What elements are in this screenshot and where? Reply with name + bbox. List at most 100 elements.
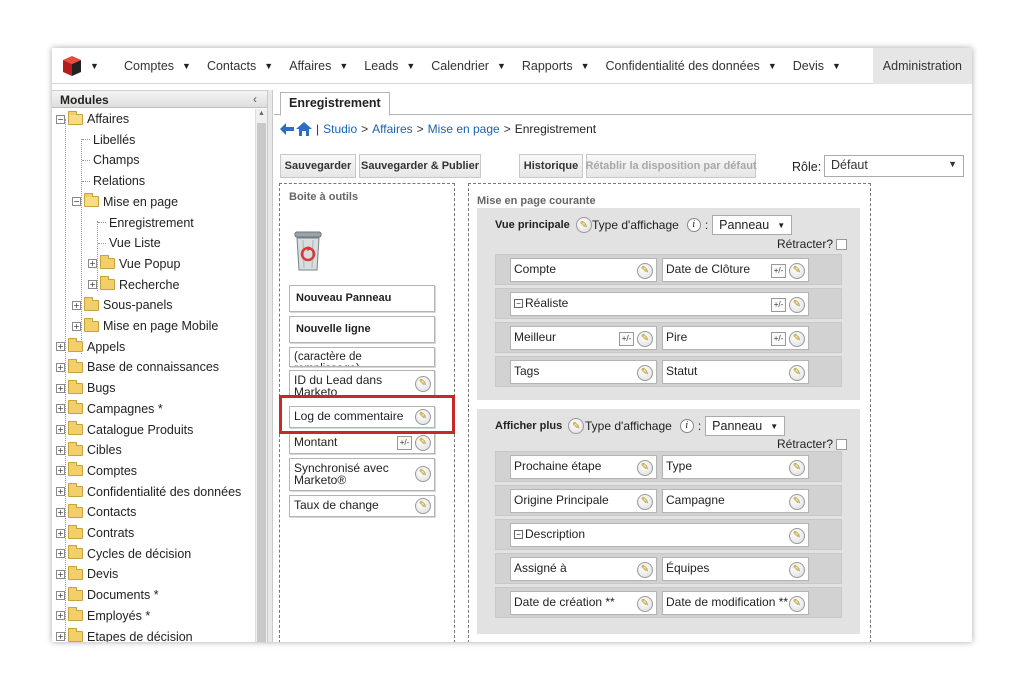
tree-item[interactable]: Champs: [82, 150, 140, 170]
panel-splitter[interactable]: [268, 90, 273, 642]
edit-pencil-icon[interactable]: ✎: [789, 365, 805, 381]
tree-item[interactable]: + Sous-panels: [72, 295, 173, 315]
edit-pencil-icon[interactable]: ✎: [789, 528, 805, 544]
expand-toggle-icon[interactable]: +: [56, 507, 65, 517]
expand-toggle-icon[interactable]: +: [56, 528, 65, 538]
tree-item[interactable]: + Appels: [56, 337, 125, 357]
collapse-toggle-icon[interactable]: −: [72, 197, 81, 207]
edit-pencil-icon[interactable]: ✎: [415, 435, 431, 451]
layout-field[interactable]: Statut ✎: [662, 360, 809, 384]
layout-field[interactable]: Meilleur +/- ✎: [510, 326, 657, 350]
toolbox-field[interactable]: Synchronisé avec Marketo® ✎: [289, 458, 435, 491]
edit-pencil-icon[interactable]: ✎: [415, 376, 431, 392]
layout-field[interactable]: Date de création ** ✎: [510, 591, 657, 615]
expand-toggle-icon[interactable]: +: [56, 569, 65, 579]
toolbox-field[interactable]: Taux de change ✎: [289, 495, 435, 517]
tree-item[interactable]: − Affaires: [56, 109, 129, 129]
tab-enregistrement[interactable]: Enregistrement: [280, 92, 390, 116]
tree-item[interactable]: + Vue Popup: [88, 254, 180, 274]
expand-toggle-icon[interactable]: +: [56, 590, 65, 600]
edit-pencil-icon[interactable]: ✎: [637, 562, 653, 578]
display-type-select[interactable]: Panneau ▼: [712, 215, 793, 235]
edit-pencil-icon[interactable]: ✎: [789, 460, 805, 476]
plus-minus-icon[interactable]: +/-: [619, 332, 634, 346]
expand-toggle-icon[interactable]: +: [72, 321, 81, 331]
plus-minus-icon[interactable]: +/-: [771, 264, 786, 278]
tree-item[interactable]: + Documents *: [56, 585, 159, 605]
tree-item[interactable]: + Cycles de décision: [56, 544, 191, 564]
layout-field[interactable]: Campagne ✎: [662, 489, 809, 513]
history-button[interactable]: Historique: [519, 154, 583, 178]
nav-devis[interactable]: Devis ▼: [785, 48, 849, 84]
scroll-up-icon[interactable]: ▲: [258, 110, 265, 117]
edit-pencil-icon[interactable]: ✎: [637, 460, 653, 476]
edit-pencil-icon[interactable]: ✎: [415, 466, 431, 482]
tree-item[interactable]: + Recherche: [88, 275, 179, 295]
breadcrumb-affaires[interactable]: Affaires: [372, 122, 412, 136]
edit-pencil-icon[interactable]: ✎: [575, 217, 592, 233]
retract-checkbox[interactable]: [836, 438, 848, 450]
layout-row[interactable]: − Réaliste +/- ✎: [495, 288, 842, 319]
layout-row[interactable]: Prochaine étape ✎ Type ✎: [495, 451, 842, 482]
nav-administration[interactable]: Administration: [872, 48, 972, 84]
nav-affaires[interactable]: Affaires ▼: [281, 48, 356, 84]
tree-item[interactable]: + Devis: [56, 564, 118, 584]
info-icon[interactable]: i: [679, 419, 694, 433]
display-type-select[interactable]: Panneau ▼: [705, 416, 786, 436]
tree-item[interactable]: Enregistrement: [98, 213, 194, 233]
layout-field[interactable]: Origine Principale ✎: [510, 489, 657, 513]
layout-field[interactable]: Type ✎: [662, 455, 809, 479]
nav-calendrier[interactable]: Calendrier ▼: [423, 48, 514, 84]
nav-comptes[interactable]: Comptes ▼: [116, 48, 199, 84]
layout-field[interactable]: − Description ✎: [510, 523, 809, 547]
expand-toggle-icon[interactable]: +: [56, 404, 65, 414]
retract-checkbox[interactable]: [836, 238, 848, 250]
filler-item[interactable]: (caractère de remplissage): [289, 347, 435, 367]
tree-item[interactable]: Vue Liste: [98, 233, 161, 253]
layout-field[interactable]: Prochaine étape ✎: [510, 455, 657, 479]
expand-toggle-icon[interactable]: +: [56, 466, 65, 476]
tree-item[interactable]: − Mise en page: [72, 192, 178, 212]
edit-pencil-icon[interactable]: ✎: [637, 331, 653, 347]
tree-item[interactable]: + Employés *: [56, 606, 150, 626]
expand-toggle-icon[interactable]: +: [56, 383, 65, 393]
edit-pencil-icon[interactable]: ✎: [789, 263, 805, 279]
nav-contacts[interactable]: Contacts ▼: [199, 48, 281, 84]
tree-item[interactable]: + Base de connaissances: [56, 357, 219, 377]
plus-minus-icon[interactable]: +/-: [771, 332, 786, 346]
tree-item[interactable]: + Catalogue Produits: [56, 420, 193, 440]
layout-field[interactable]: Date de Clôture +/- ✎: [662, 258, 809, 282]
layout-field[interactable]: Compte ✎: [510, 258, 657, 282]
tree-item[interactable]: Relations: [82, 171, 145, 191]
edit-pencil-icon[interactable]: ✎: [789, 494, 805, 510]
save-publish-button[interactable]: Sauvegarder & Publier: [359, 154, 481, 178]
expand-toggle-icon[interactable]: +: [56, 425, 65, 434]
tree-item[interactable]: Libellés: [82, 130, 135, 150]
edit-pencil-icon[interactable]: ✎: [789, 331, 805, 347]
new-panel-item[interactable]: Nouveau Panneau: [289, 285, 435, 312]
expand-toggle-icon[interactable]: +: [56, 487, 65, 497]
expand-toggle-icon[interactable]: +: [56, 445, 65, 455]
edit-pencil-icon[interactable]: ✎: [789, 562, 805, 578]
layout-row[interactable]: Meilleur +/- ✎ Pire +/- ✎: [495, 322, 842, 353]
edit-pencil-icon[interactable]: ✎: [789, 297, 805, 313]
tree-item[interactable]: + Contacts: [56, 502, 136, 522]
layout-row[interactable]: Compte ✎ Date de Clôture +/- ✎: [495, 254, 842, 285]
collapse-toggle-icon[interactable]: −: [56, 114, 65, 124]
edit-pencil-icon[interactable]: ✎: [637, 494, 653, 510]
expand-toggle-icon[interactable]: +: [88, 259, 97, 269]
trash-icon[interactable]: [292, 230, 324, 272]
layout-row[interactable]: Origine Principale ✎ Campagne ✎: [495, 485, 842, 516]
role-select[interactable]: Défaut ▼: [824, 155, 964, 177]
expand-toggle-icon[interactable]: +: [56, 549, 65, 559]
tree-item[interactable]: + Campagnes *: [56, 399, 163, 419]
tree-item[interactable]: + Comptes: [56, 461, 137, 481]
plus-minus-icon[interactable]: +/-: [771, 298, 786, 312]
expand-toggle-icon[interactable]: +: [56, 362, 65, 372]
nav-leads[interactable]: Leads ▼: [356, 48, 423, 84]
home-icon[interactable]: [296, 122, 312, 136]
toolbox-field[interactable]: ID du Lead dans Marketo ✎: [289, 370, 435, 397]
expand-toggle-icon[interactable]: +: [56, 632, 65, 641]
expand-toggle-icon[interactable]: +: [72, 300, 81, 310]
tree-item[interactable]: + Cibles: [56, 440, 122, 460]
